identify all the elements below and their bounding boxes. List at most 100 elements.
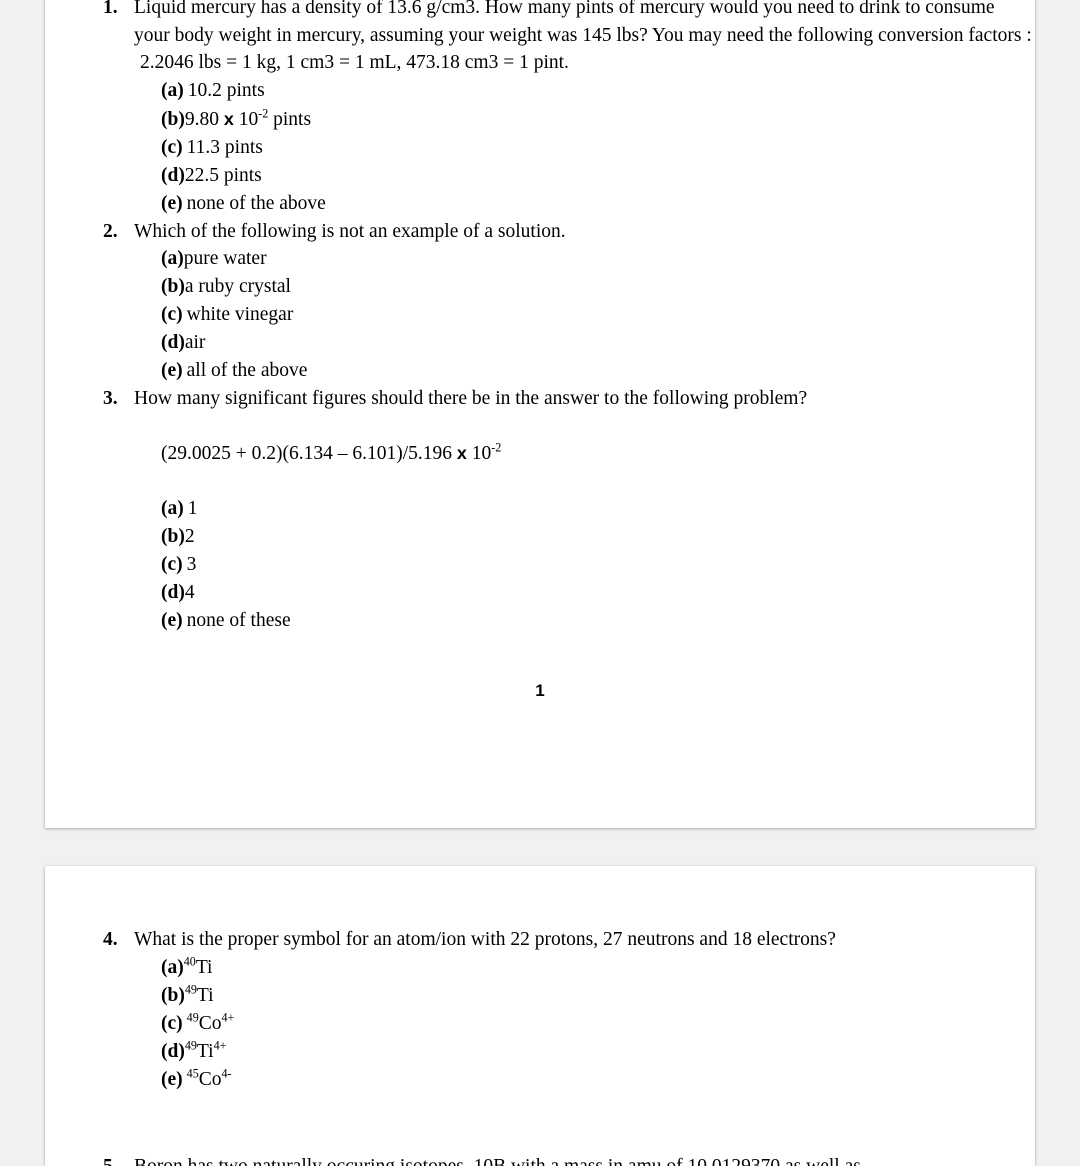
isotope-notation-4c: 49Co4+: [187, 1010, 235, 1038]
option-label-3b: (b): [161, 526, 185, 547]
option-text-1d: 22.5 pints: [184, 164, 262, 186]
document-page-1: 1. Liquid mercury has a density of 13.6 …: [45, 0, 1035, 828]
multiplication-sign-icon: x: [456, 442, 467, 463]
page-number-label: 1: [535, 681, 545, 700]
option-3d[interactable]: (d)4: [161, 579, 1035, 607]
option-text-2e: all of the above: [186, 360, 308, 381]
option-text-3a: 1: [187, 498, 198, 519]
option-1b-mantissa: 9.80: [184, 108, 224, 130]
option-1d[interactable]: (d)22.5 pints: [161, 162, 1035, 190]
option-text-1c: 11.3 pints: [186, 136, 263, 158]
element-symbol-4d: Ti: [196, 1040, 214, 1062]
option-label-4b: (b): [161, 984, 185, 1006]
question-number-1: 1.: [103, 0, 118, 18]
question-item-1: 1. Liquid mercury has a density of 13.6 …: [45, 0, 1035, 218]
page-2-content: 4. What is the proper symbol for an atom…: [45, 926, 1035, 1166]
option-2e[interactable]: (e) all of the above: [161, 357, 1035, 385]
option-4b[interactable]: (b)49Ti: [161, 982, 1035, 1010]
question-number-3: 3.: [103, 388, 118, 409]
isotope-notation-4d: 49Ti4+: [185, 1038, 227, 1066]
option-label-2a: (a): [161, 248, 184, 269]
charge-4e: 4-: [221, 1066, 232, 1080]
option-label-4e: (e): [161, 1068, 183, 1090]
option-list-3: (a) 1 (b)2 (c) 3 (d)4 (e) none of these: [134, 495, 1035, 635]
option-2a[interactable]: (a)pure water: [161, 245, 1035, 273]
option-4a[interactable]: (a)40Ti: [161, 954, 1035, 982]
option-1b-base: 10: [233, 108, 259, 130]
option-3e[interactable]: (e) none of these: [161, 607, 1035, 635]
option-4c[interactable]: (c) 49Co4+: [161, 1010, 1035, 1038]
question-item-5-clipped: 5. Boron has two naturally occuring isot…: [45, 1153, 1035, 1166]
option-label-2e: (e): [161, 360, 183, 381]
option-1c[interactable]: (c) 11.3 pints: [161, 134, 1035, 162]
option-label-3c: (c): [161, 554, 183, 575]
option-1b-exponent: -2: [258, 106, 269, 120]
option-label-1e: (e): [161, 192, 183, 214]
option-1e[interactable]: (e) none of the above: [161, 190, 1035, 218]
mass-number-4c: 49: [186, 1010, 199, 1024]
question-text-4: What is the proper symbol for an atom/io…: [134, 929, 836, 950]
element-symbol-4b: Ti: [196, 984, 214, 1006]
option-label-1d: (d): [161, 164, 185, 186]
option-label-3a: (a): [161, 498, 184, 519]
charge-4c: 4+: [221, 1010, 235, 1024]
question-5-wrapper: 5. Boron has two naturally occuring isot…: [45, 1153, 1035, 1166]
option-label-2c: (c): [161, 304, 183, 325]
option-1b[interactable]: (b)9.80 x 10-2 pints: [161, 105, 1035, 134]
option-text-2a: pure water: [183, 248, 267, 269]
option-text-2d: air: [184, 332, 206, 353]
option-3c[interactable]: (c) 3: [161, 551, 1035, 579]
option-text-3b: 2: [184, 526, 195, 547]
option-4d[interactable]: (d)49Ti4+: [161, 1038, 1035, 1066]
option-1a[interactable]: (a) 10.2 pints: [161, 77, 1035, 105]
question-item-3: 3. How many significant figures should t…: [45, 385, 1035, 635]
mass-number-4d: 49: [184, 1038, 197, 1052]
option-3b[interactable]: (b)2: [161, 523, 1035, 551]
option-text-2c: white vinegar: [186, 304, 294, 325]
option-label-1b: (b): [161, 108, 185, 130]
option-label-4d: (d): [161, 1040, 185, 1062]
option-label-2d: (d): [161, 332, 185, 353]
option-1b-unit: pints: [268, 108, 312, 130]
option-label-1a: (a): [161, 79, 184, 101]
question-number-5: 5.: [103, 1153, 118, 1166]
formula-base: 10: [466, 442, 492, 464]
isotope-notation-4a: 40Ti: [184, 954, 213, 982]
option-label-1c: (c): [161, 136, 183, 158]
question-subtext-1: 2.2046 lbs = 1 kg, 1 cm3 = 1 mL, 473.18 …: [140, 52, 569, 73]
option-text-1a: 10.2 pints: [187, 79, 265, 101]
question-list-page-2: 4. What is the proper symbol for an atom…: [45, 926, 1035, 1094]
option-label-2b: (b): [161, 276, 185, 297]
element-symbol-4a: Ti: [195, 956, 213, 978]
option-2b[interactable]: (b)a ruby crystal: [161, 273, 1035, 301]
mass-number-4b: 49: [184, 982, 197, 996]
option-text-3e: none of these: [186, 610, 291, 631]
option-label-4a: (a): [161, 956, 184, 978]
option-label-4c: (c): [161, 1012, 183, 1034]
option-2c[interactable]: (c) white vinegar: [161, 301, 1035, 329]
option-3a[interactable]: (a) 1: [161, 495, 1035, 523]
charge-4d: 4+: [213, 1038, 227, 1052]
document-viewer[interactable]: 1. Liquid mercury has a density of 13.6 …: [0, 0, 1080, 1166]
option-label-3d: (d): [161, 582, 185, 603]
formula-exponent: -2: [491, 440, 502, 454]
option-2d[interactable]: (d)air: [161, 329, 1035, 357]
formula-expression: (29.0025 + 0.2)(6.134 – 6.101)/5.196: [161, 442, 457, 464]
option-label-3e: (e): [161, 610, 183, 631]
multiplication-sign-icon: x: [223, 108, 234, 129]
option-list-1: (a) 10.2 pints (b)9.80 x 10-2 pints (c) 11…: [134, 77, 1035, 218]
document-page-2: 4. What is the proper symbol for an atom…: [45, 866, 1035, 1166]
question-text-2: Which of the following is not an example…: [134, 220, 566, 242]
question-item-4: 4. What is the proper symbol for an atom…: [45, 926, 1035, 1094]
option-4e[interactable]: (e) 45Co4-: [161, 1066, 1035, 1094]
question-text-1: Liquid mercury has a density of 13.6 g/c…: [134, 0, 1032, 46]
mass-number-4a: 40: [183, 954, 196, 968]
option-text-1e: none of the above: [186, 192, 326, 214]
option-text-3d: 4: [184, 582, 195, 603]
isotope-notation-4e: 45Co4-: [187, 1066, 232, 1094]
mass-number-4e: 45: [186, 1066, 199, 1080]
isotope-notation-4b: 49Ti: [185, 982, 214, 1010]
option-list-2: (a)pure water (b)a ruby crystal (c) white…: [134, 245, 1035, 385]
option-text-3c: 3: [186, 554, 197, 575]
question-number-2: 2.: [103, 220, 118, 242]
